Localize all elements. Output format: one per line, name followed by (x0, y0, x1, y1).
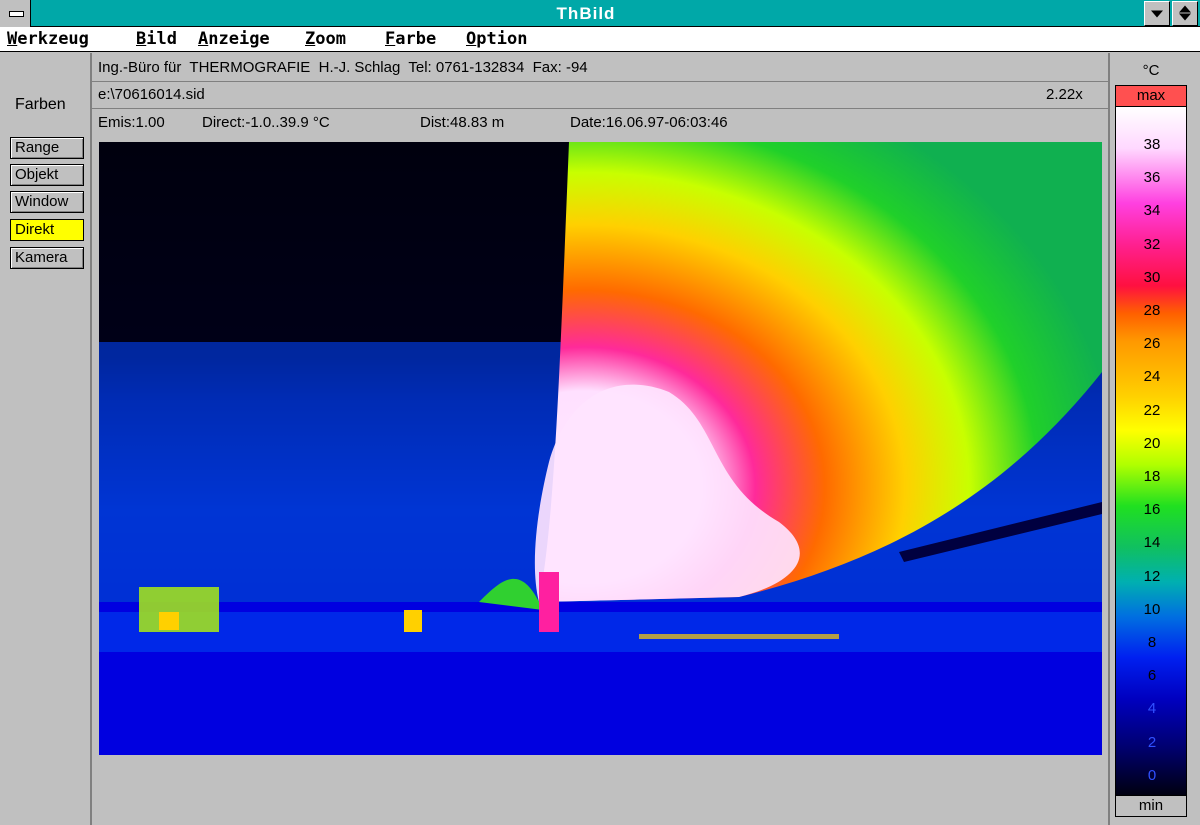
menu-bar: Werkzeug Bild Anzeige Zoom Farbe Option (0, 27, 1200, 52)
direct-range: Direct:-1.0..39.9 °C (202, 114, 330, 131)
scale-tick: 30 (1143, 268, 1161, 286)
zoom-level: 2.22x (1046, 86, 1083, 103)
company-info: Ing.-Büro für THERMOGRAFIE H.-J. Schlag … (98, 59, 588, 76)
scale-max-button[interactable]: max (1115, 85, 1187, 107)
scale-tick: 22 (1143, 401, 1161, 419)
scale-tick: 10 (1143, 600, 1161, 618)
color-scale: 38 36 34 32 30 28 26 24 22 20 18 16 14 12 10 8 6 4 2 0 (1115, 107, 1187, 795)
kamera-button[interactable]: Kamera (10, 247, 84, 269)
menu-zoom[interactable]: Zoom (305, 27, 346, 52)
scale-tick: 4 (1147, 700, 1157, 718)
minimize-button[interactable] (1144, 1, 1170, 26)
menu-anzeige[interactable]: Anzeige (198, 27, 270, 52)
distance: Dist:48.83 m (420, 114, 505, 131)
scale-tick: 32 (1143, 235, 1161, 253)
system-menu-button[interactable] (0, 0, 31, 27)
maximize-button[interactable] (1172, 1, 1198, 26)
scale-unit: °C (1142, 62, 1160, 79)
scale-tick: 2 (1147, 733, 1157, 751)
direkt-button[interactable]: Direkt (10, 219, 84, 241)
scale-tick: 28 (1143, 302, 1161, 319)
scale-tick: 20 (1143, 434, 1161, 452)
scale-tick: 36 (1143, 169, 1161, 187)
system-menu-icon (9, 11, 24, 17)
scale-tick: 12 (1143, 567, 1161, 585)
window-button[interactable]: Window (10, 191, 84, 213)
right-separator (1108, 53, 1110, 825)
maximize-icon (1179, 5, 1191, 20)
range-button[interactable]: Range (10, 137, 84, 159)
scale-tick: 0 (1147, 766, 1157, 784)
thermal-image-canvas (99, 142, 1102, 755)
thermal-image[interactable] (99, 142, 1102, 755)
minimize-icon (1151, 10, 1163, 17)
scale-tick: 18 (1143, 468, 1161, 485)
menu-farbe[interactable]: Farbe (385, 27, 436, 52)
row-divider (92, 108, 1108, 109)
row-divider (92, 81, 1108, 82)
scale-tick: 14 (1143, 534, 1161, 552)
capture-date: Date:16.06.97-06:03:46 (570, 114, 728, 131)
emissivity: Emis:1.00 (98, 114, 165, 131)
menu-option[interactable]: Option (466, 27, 527, 52)
window-title: ThBild (556, 4, 616, 23)
farben-label: Farben (15, 96, 66, 113)
scale-tick: 38 (1143, 136, 1161, 153)
menu-werkzeug[interactable]: Werkzeug (7, 27, 89, 52)
scale-tick: 6 (1147, 667, 1157, 685)
objekt-button[interactable]: Objekt (10, 164, 84, 186)
scale-tick: 8 (1147, 634, 1157, 651)
menu-bild[interactable]: Bild (136, 27, 177, 52)
file-name: e:\70616014.sid (98, 86, 205, 103)
scale-min-button[interactable]: min (1115, 795, 1187, 817)
scale-tick: 16 (1143, 501, 1161, 519)
scale-tick: 26 (1143, 335, 1161, 353)
scale-tick: 34 (1143, 202, 1161, 220)
scale-tick: 24 (1143, 368, 1161, 386)
